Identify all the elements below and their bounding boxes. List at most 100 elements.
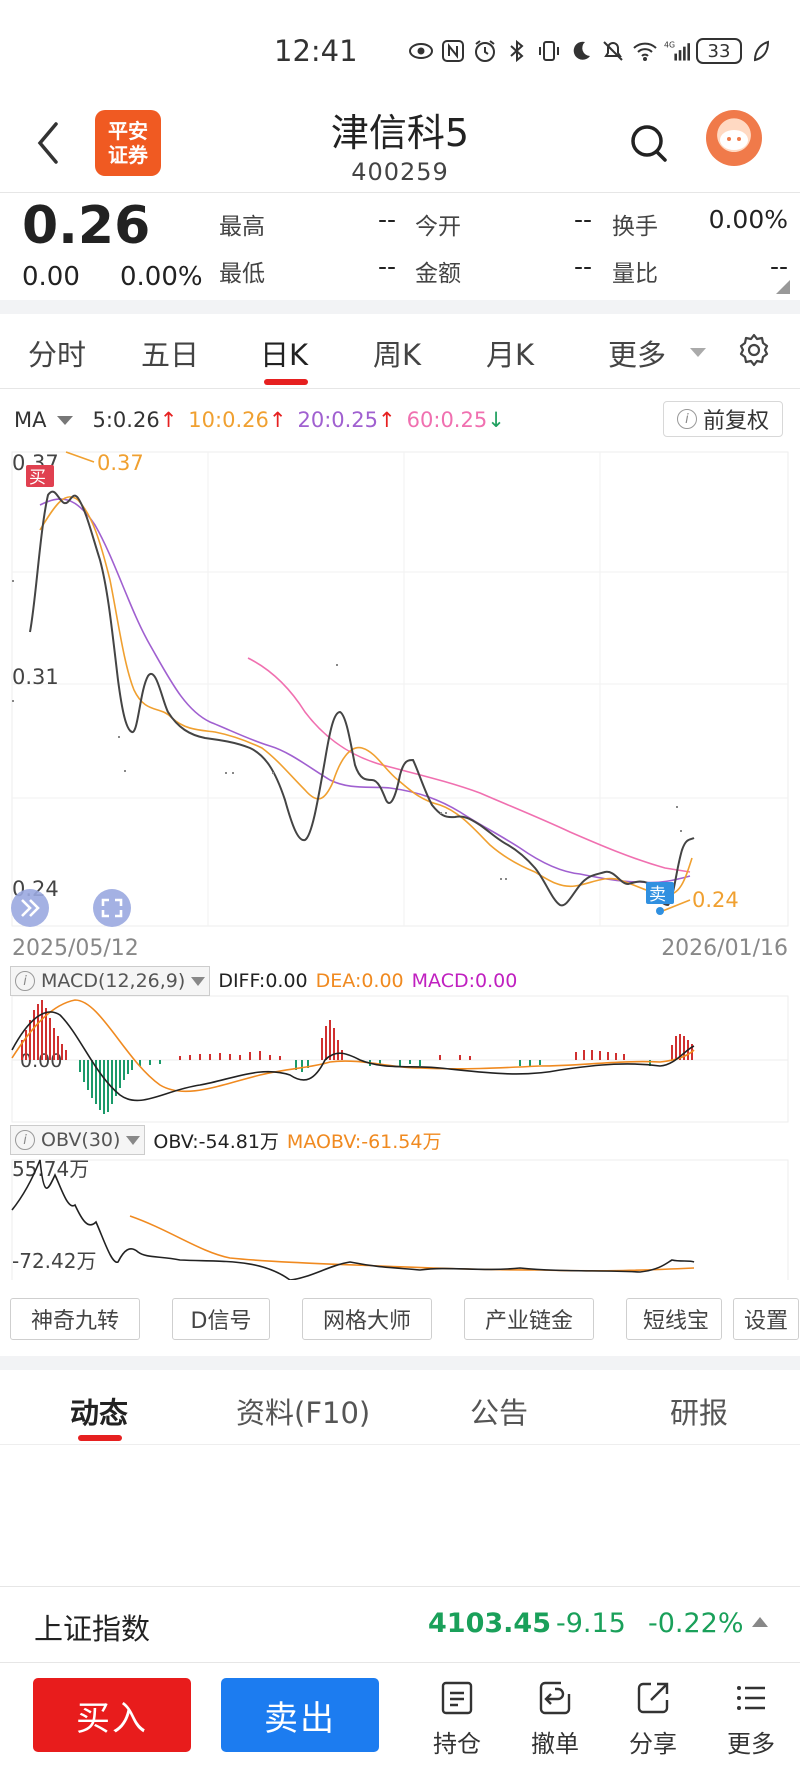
status-icons: 4G 33 — [408, 38, 774, 64]
nav-positions[interactable]: 持仓 — [422, 1680, 492, 1759]
nav-more[interactable]: 更多 — [716, 1680, 786, 1759]
tool-short-term[interactable]: 短线宝 — [626, 1298, 722, 1340]
document-icon — [441, 1681, 473, 1715]
ma5-line — [29, 490, 695, 907]
macd-value: MACD:0.00 — [411, 970, 518, 992]
fullscreen-button[interactable] — [93, 889, 131, 927]
nav-cancel-order[interactable]: 撤单 — [520, 1680, 590, 1759]
wifi-icon — [632, 38, 658, 64]
price-adjust-button[interactable]: i 前复权 — [663, 401, 783, 437]
nav-share-label: 分享 — [629, 1730, 677, 1758]
chevron-down-icon — [191, 976, 206, 986]
price-change: 0.00 — [22, 262, 80, 292]
tab-weekly-k[interactable]: 周K — [373, 332, 421, 374]
obv-line — [11, 1159, 695, 1280]
tool-grid-master[interactable]: 网格大师 — [302, 1298, 432, 1340]
active-news-tab-indicator — [78, 1435, 122, 1441]
quote-label-turnover: 换手 — [612, 214, 658, 240]
eye-icon — [408, 38, 434, 64]
logo-line-1: 平安 — [108, 119, 148, 143]
price-adjust-label: 前复权 — [702, 409, 769, 434]
tab-more[interactable]: 更多 — [608, 332, 666, 374]
moon-icon — [568, 38, 594, 64]
macd-header: i MACD(12,26,9) DIFF:0.00 DEA:0.00 MACD:… — [10, 966, 517, 996]
leaf-icon — [748, 38, 774, 64]
undo-order-icon — [539, 1681, 571, 1715]
macd-label: MACD(12,26,9) — [41, 970, 186, 992]
vibrate-icon — [536, 38, 562, 64]
broker-logo[interactable]: 平安 证券 — [95, 110, 161, 176]
info-icon: i — [15, 1130, 35, 1150]
sell-button[interactable]: 卖出 — [221, 1678, 379, 1752]
ma-label[interactable]: MA — [14, 408, 46, 432]
tool-d-signal[interactable]: D信号 — [172, 1298, 270, 1340]
tab-announcements[interactable]: 公告 — [470, 1390, 528, 1432]
bluetooth-icon — [504, 38, 530, 64]
back-button[interactable] — [30, 118, 70, 168]
news-divider — [0, 1444, 800, 1445]
nav-positions-label: 持仓 — [433, 1730, 481, 1758]
active-tab-indicator — [264, 379, 308, 385]
tab-daily-k[interactable]: 日K — [260, 332, 308, 374]
index-divider-bottom — [0, 1662, 800, 1663]
chevron-down-icon — [126, 1135, 141, 1145]
date-end: 2026/01/16 — [661, 936, 788, 961]
kline-high-label: 0.37 — [97, 451, 144, 475]
macd-dea-line — [11, 999, 695, 1093]
nav-share[interactable]: 分享 — [618, 1680, 688, 1759]
quote-label-volume-ratio: 量比 — [612, 261, 658, 287]
obv-indicator-selector[interactable]: i OBV(30) — [10, 1125, 146, 1155]
ma-dropdown-icon[interactable] — [57, 415, 74, 425]
chart-settings-button[interactable] — [736, 332, 772, 368]
mute-icon — [600, 38, 626, 64]
nfc-icon — [440, 38, 466, 64]
ma-legend: MA 5:0.26↑ 10:0.26↑ 20:0.25↑ 60:0.25↓ — [14, 408, 505, 432]
ma10-line — [39, 496, 693, 896]
tab-research[interactable]: 研报 — [670, 1390, 728, 1432]
search-button[interactable] — [628, 122, 672, 166]
tab-intraday[interactable]: 分时 — [28, 332, 86, 374]
index-change-pct: -0.22% — [648, 1608, 744, 1639]
tab-news[interactable]: 动态 — [70, 1390, 128, 1432]
header-divider — [0, 192, 800, 193]
kline-y-label-mid: 0.31 — [12, 665, 59, 689]
chevron-down-icon[interactable] — [690, 348, 706, 357]
alarm-icon — [472, 38, 498, 64]
section-gap — [0, 300, 800, 314]
date-start: 2025/05/12 — [12, 936, 139, 961]
expand-panel-button[interactable] — [11, 889, 49, 927]
ma-item-20: 20:0.25↑ — [297, 408, 396, 432]
tab-monthly-k[interactable]: 月K — [486, 332, 534, 374]
quote-label-low: 最低 — [219, 261, 265, 287]
tab-f10[interactable]: 资料(F10) — [236, 1390, 370, 1432]
nav-more-label: 更多 — [727, 1730, 775, 1758]
buy-button[interactable]: 买入 — [33, 1678, 191, 1752]
expand-quote-icon[interactable] — [776, 280, 790, 294]
index-value: 4103.45 — [428, 1608, 551, 1639]
quote-value-turnover: 0.00% — [708, 205, 788, 234]
quote-label-high: 最高 — [219, 214, 265, 240]
quote-value-low: -- — [377, 252, 396, 281]
ma-item-60: 60:0.25↓ — [406, 408, 505, 432]
buy-signal-text: 买 — [29, 468, 46, 488]
quote-value-high: -- — [377, 205, 396, 234]
chat-bubble-icon — [720, 130, 748, 150]
tool-magic-nine[interactable]: 神奇九转 — [10, 1298, 140, 1340]
last-price: 0.26 — [22, 196, 151, 256]
price-change-pct: 0.00% — [120, 262, 203, 292]
index-divider — [0, 1586, 800, 1587]
tab-five-day[interactable]: 五日 — [141, 332, 199, 374]
quote-label-open: 今开 — [415, 214, 461, 240]
high-label-leader — [65, 451, 95, 463]
chevron-up-icon[interactable] — [752, 1617, 768, 1627]
index-name[interactable]: 上证指数 — [34, 1606, 150, 1648]
tool-industry-chain[interactable]: 产业链金 — [464, 1298, 594, 1340]
tool-settings[interactable]: 设置 — [733, 1298, 799, 1340]
status-time: 12:41 — [274, 34, 358, 68]
macd-dea-value: DEA:0.00 — [315, 970, 404, 992]
quote-value-volume-ratio: -- — [769, 252, 788, 281]
logo-line-2: 证券 — [108, 143, 148, 167]
macd-indicator-selector[interactable]: i MACD(12,26,9) — [10, 966, 211, 996]
list-icon — [737, 1686, 765, 1710]
assistant-avatar[interactable] — [706, 110, 762, 166]
